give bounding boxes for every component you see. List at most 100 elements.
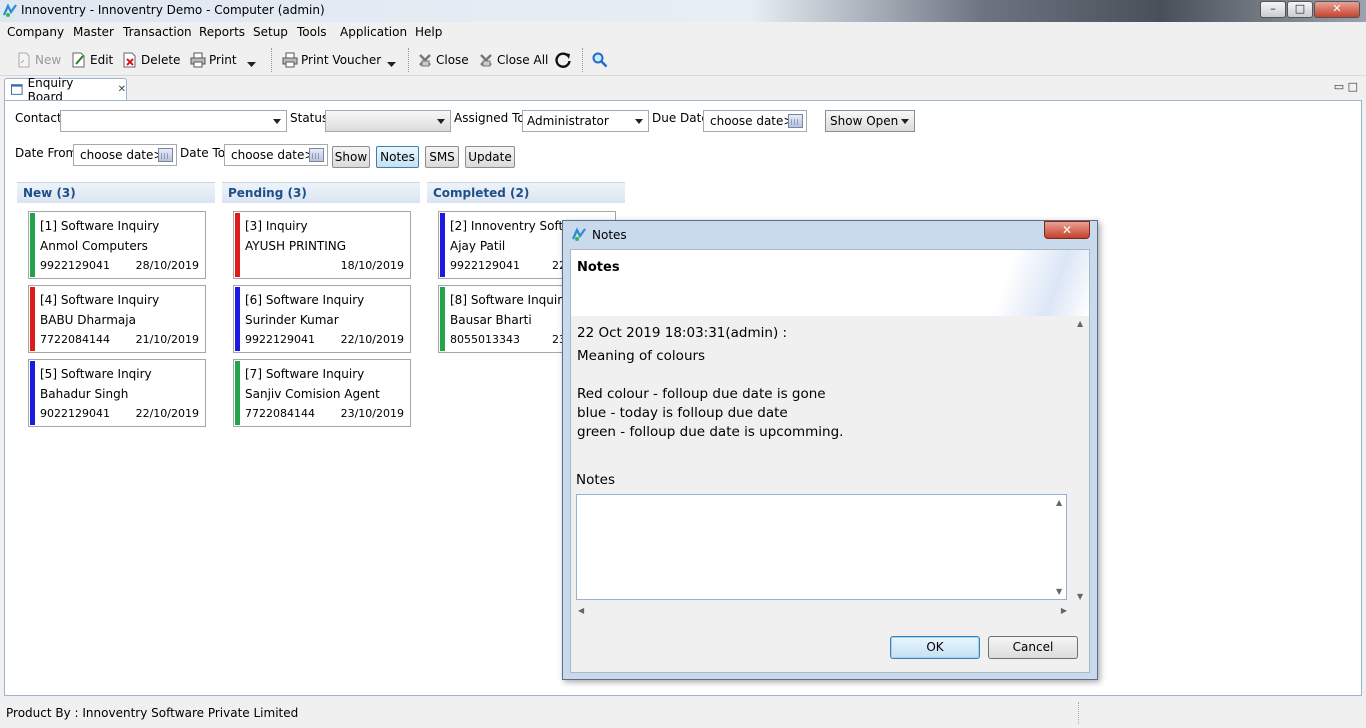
contact-combo[interactable] bbox=[60, 110, 287, 132]
print-voucher-label: Print Voucher bbox=[301, 53, 382, 67]
phone-number: 9922129041 bbox=[40, 259, 110, 272]
menu-company[interactable]: Company bbox=[7, 25, 64, 39]
tab-enquiry-board[interactable]: Enquiry Board ✕ bbox=[4, 76, 127, 104]
close-all-label: Close All bbox=[497, 53, 549, 67]
calendar-icon[interactable] bbox=[788, 114, 803, 128]
column-header-new: New (3) bbox=[17, 182, 215, 203]
toolbar-separator bbox=[582, 48, 583, 72]
dialog-title-bar: Notes bbox=[571, 227, 627, 243]
search-button[interactable] bbox=[592, 51, 608, 69]
menu-help[interactable]: Help bbox=[415, 25, 442, 39]
print-voucher-button[interactable]: Print Voucher bbox=[282, 51, 381, 69]
date-to-value: choose date> bbox=[231, 148, 315, 162]
enquiry-card[interactable]: [1] Software Inquiry Anmol Computers 992… bbox=[28, 211, 206, 279]
update-button[interactable]: Update bbox=[465, 146, 515, 168]
toolbar: New Edit Delete Print Print Voucher Clos… bbox=[0, 42, 1366, 76]
notes-button[interactable]: Notes bbox=[376, 146, 419, 168]
contact-name: Surinder Kumar bbox=[245, 313, 339, 327]
scroll-up-icon[interactable]: ▲ bbox=[1077, 319, 1083, 328]
scroll-down-icon[interactable]: ▼ bbox=[1077, 592, 1083, 601]
menu-application[interactable]: Application bbox=[340, 25, 407, 39]
status-color-bar bbox=[30, 213, 35, 277]
close-all-button[interactable]: Close All bbox=[478, 51, 548, 69]
status-color-bar bbox=[30, 287, 35, 351]
print-voucher-dropdown-button[interactable] bbox=[387, 56, 396, 74]
menu-transaction[interactable]: Transaction bbox=[123, 25, 192, 39]
history-scrollbar[interactable]: ▲ ▼ bbox=[1074, 318, 1088, 602]
status-label: Status bbox=[290, 111, 329, 125]
print-dropdown-button[interactable] bbox=[247, 56, 256, 74]
notes-label: Notes bbox=[576, 472, 615, 488]
edit-button[interactable]: Edit bbox=[71, 51, 113, 69]
history-line: Meaning of colours bbox=[577, 348, 706, 364]
view-controls: ▭ □ bbox=[1334, 80, 1358, 93]
notes-textarea[interactable] bbox=[576, 494, 1067, 600]
dialog-close-button[interactable]: ✕ bbox=[1044, 221, 1090, 239]
scroll-down-icon[interactable]: ▼ bbox=[1056, 587, 1062, 596]
date-to-field[interactable]: choose date> bbox=[224, 144, 328, 166]
status-combo[interactable] bbox=[325, 110, 451, 132]
column-header-completed: Completed (2) bbox=[427, 182, 625, 203]
menu-reports[interactable]: Reports bbox=[199, 25, 245, 39]
contact-name: Anmol Computers bbox=[40, 239, 148, 253]
enquiry-card[interactable]: [5] Software Inqiry Bahadur Singh 902212… bbox=[28, 359, 206, 427]
window-icon bbox=[11, 84, 23, 95]
calendar-icon[interactable] bbox=[309, 148, 324, 162]
delete-button[interactable]: Delete bbox=[122, 51, 180, 69]
close-button[interactable]: Close bbox=[417, 51, 469, 69]
minimize-view-icon[interactable]: ▭ bbox=[1334, 80, 1344, 93]
dialog-title: Notes bbox=[592, 228, 627, 242]
maximize-button[interactable]: □ bbox=[1287, 1, 1313, 18]
show-button[interactable]: Show bbox=[332, 146, 370, 168]
enquiry-card[interactable]: [3] Inquiry AYUSH PRINTING 18/10/2019 bbox=[233, 211, 411, 279]
close-label: Close bbox=[436, 53, 469, 67]
assigned-to-value: Administrator bbox=[527, 114, 609, 128]
tab-close-icon[interactable]: ✕ bbox=[118, 84, 126, 95]
contact-name: AYUSH PRINTING bbox=[245, 239, 347, 253]
status-color-bar bbox=[235, 361, 240, 425]
new-button[interactable]: New bbox=[16, 51, 61, 69]
show-open-value: Show Open bbox=[830, 114, 899, 128]
scroll-up-icon[interactable]: ▲ bbox=[1056, 498, 1062, 507]
due-date: 18/10/2019 bbox=[340, 259, 404, 272]
phone-number: 7722084144 bbox=[40, 333, 110, 346]
status-color-bar bbox=[440, 213, 445, 277]
maximize-view-icon[interactable]: □ bbox=[1348, 80, 1358, 93]
menu-setup[interactable]: Setup bbox=[253, 25, 288, 39]
search-icon bbox=[592, 52, 608, 68]
enquiry-card[interactable]: [7] Software Inquiry Sanjiv Comision Age… bbox=[233, 359, 411, 427]
delete-icon bbox=[123, 52, 136, 68]
scroll-right-icon[interactable]: ▶ bbox=[1061, 606, 1067, 615]
notes-scrollbar[interactable]: ▲ ▼ bbox=[1054, 496, 1066, 598]
assigned-to-label: Assigned To bbox=[454, 111, 525, 125]
sms-button[interactable]: SMS bbox=[425, 146, 459, 168]
due-date: 22/10/2019 bbox=[135, 407, 199, 420]
refresh-button[interactable] bbox=[554, 51, 572, 69]
assigned-to-combo[interactable]: Administrator bbox=[522, 110, 649, 132]
phone-number: 9922129041 bbox=[245, 333, 315, 346]
cancel-button[interactable]: Cancel bbox=[988, 636, 1078, 659]
status-color-bar bbox=[235, 213, 240, 277]
close-tab-icon bbox=[419, 54, 431, 67]
calendar-icon[interactable] bbox=[158, 148, 173, 162]
enquiry-card[interactable]: [6] Software Inquiry Surinder Kumar 9922… bbox=[233, 285, 411, 353]
scroll-left-icon[interactable]: ◀ bbox=[578, 606, 584, 615]
chevron-down-icon bbox=[635, 119, 643, 124]
horizontal-scrollbar[interactable]: ◀ ▶ bbox=[576, 604, 1069, 618]
enquiry-card[interactable]: [4] Software Inquiry BABU Dharmaja 77220… bbox=[28, 285, 206, 353]
close-window-button[interactable]: ✕ bbox=[1314, 1, 1360, 18]
enquiry-title: [4] Software Inquiry bbox=[40, 293, 160, 307]
date-from-field[interactable]: choose date> bbox=[73, 144, 177, 166]
ok-button[interactable]: OK bbox=[890, 636, 980, 659]
show-open-combo[interactable]: Show Open bbox=[825, 110, 915, 132]
new-document-icon bbox=[18, 52, 30, 68]
phone-number: 7722084144 bbox=[245, 407, 315, 420]
due-date-field[interactable]: choose date> bbox=[703, 110, 807, 132]
menu-tools[interactable]: Tools bbox=[297, 25, 327, 39]
date-to-label: Date To bbox=[180, 146, 226, 160]
menu-master[interactable]: Master bbox=[73, 25, 114, 39]
minimize-button[interactable]: – bbox=[1260, 1, 1286, 18]
app-logo-icon bbox=[2, 3, 17, 17]
enquiry-title: [5] Software Inqiry bbox=[40, 367, 152, 381]
print-button[interactable]: Print bbox=[190, 51, 237, 69]
